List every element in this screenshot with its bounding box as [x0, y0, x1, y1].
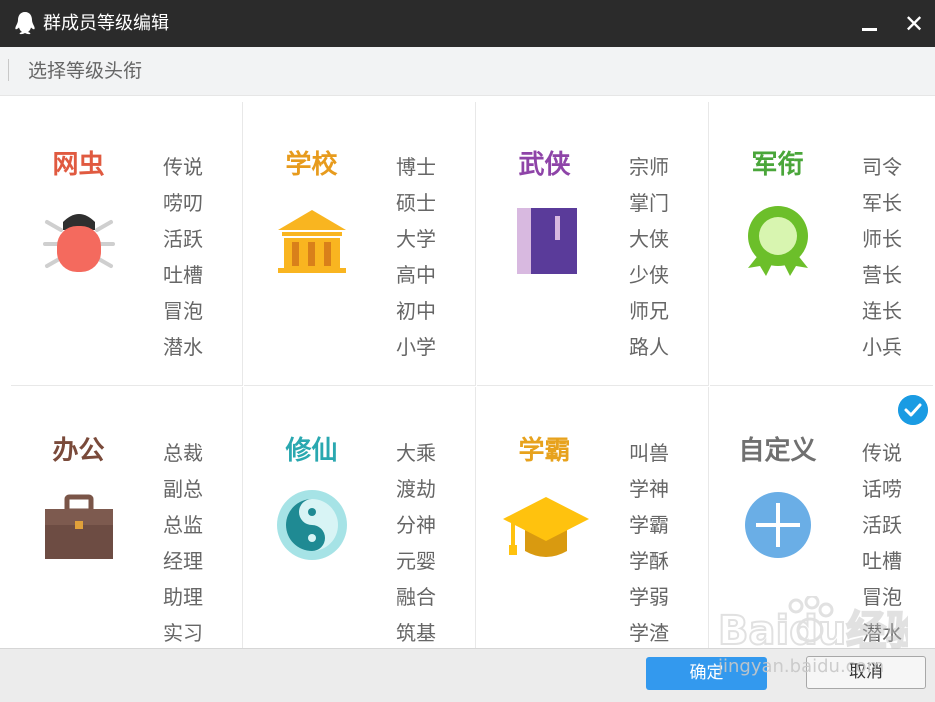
minimize-button[interactable] — [856, 10, 884, 38]
dialog-footer: 确定 取消 — [0, 648, 935, 702]
level-item: 学霸 — [629, 513, 669, 537]
level-item: 师长 — [862, 227, 902, 251]
level-list: 大乘 渡劫 分神 元婴 融合 筑基 — [396, 435, 436, 651]
level-item: 博士 — [396, 155, 436, 179]
level-item: 学渣 — [629, 621, 669, 645]
level-item: 唠叨 — [163, 191, 203, 215]
level-item: 营长 — [862, 263, 902, 287]
level-item: 学神 — [629, 477, 669, 501]
level-item: 融合 — [396, 585, 436, 609]
subheader-label: 选择等级头衔 — [28, 60, 143, 82]
level-item: 小学 — [396, 335, 436, 359]
level-item: 学弱 — [629, 585, 669, 609]
level-item: 大乘 — [396, 441, 436, 465]
school-building-icon — [278, 210, 346, 273]
category-card-netbug[interactable]: 网虫 传说 唠叨 活跃 吐槽 冒泡 潜水 — [11, 102, 243, 386]
selected-check-icon — [898, 395, 928, 425]
category-title: 军衔 — [751, 150, 804, 180]
level-item: 冒泡 — [862, 585, 902, 609]
category-card-wuxia[interactable]: 武侠 宗师 掌门 大侠 少侠 师兄 路人 — [477, 102, 709, 386]
level-item: 大侠 — [629, 227, 669, 251]
plus-circle-icon — [745, 492, 811, 558]
minimize-icon — [862, 28, 877, 31]
briefcase-icon — [45, 494, 113, 559]
confirm-button[interactable]: 确定 — [646, 657, 767, 690]
level-item: 师兄 — [629, 299, 669, 323]
graduation-cap-icon — [503, 497, 589, 557]
level-item: 硕士 — [396, 191, 436, 215]
category-title: 修仙 — [285, 436, 338, 466]
level-item: 渡劫 — [396, 477, 436, 501]
level-item: 军长 — [862, 191, 902, 215]
category-title: 学校 — [285, 150, 338, 180]
level-item: 冒泡 — [163, 299, 203, 323]
category-card-office[interactable]: 办公 总裁 副总 总监 经理 助理 实习 — [11, 387, 243, 648]
level-edit-dialog: 群成员等级编辑 ✕ 选择等级头衔 网虫 传说 唠叨 活跃 吐槽 冒泡 潜水 学校… — [0, 0, 935, 702]
level-item: 副总 — [163, 477, 203, 501]
category-card-xueba[interactable]: 学霸 叫兽 学神 学霸 学酥 学弱 学渣 — [477, 387, 709, 648]
level-item: 活跃 — [862, 513, 902, 537]
window-title: 群成员等级编辑 — [43, 13, 169, 34]
level-item: 高中 — [396, 263, 436, 287]
level-list: 叫兽 学神 学霸 学酥 学弱 学渣 — [629, 435, 669, 651]
close-icon: ✕ — [903, 10, 925, 38]
level-item: 吐槽 — [163, 263, 203, 287]
level-item: 传说 — [862, 441, 902, 465]
level-item: 元婴 — [396, 549, 436, 573]
penguin-icon — [15, 12, 35, 35]
level-item: 学酥 — [629, 549, 669, 573]
level-item: 分神 — [396, 513, 436, 537]
category-card-military[interactable]: 军衔 司令 军长 师长 营长 连长 小兵 — [710, 102, 933, 386]
level-list: 传说 唠叨 活跃 吐槽 冒泡 潜水 — [163, 149, 203, 365]
category-grid: 网虫 传说 唠叨 活跃 吐槽 冒泡 潜水 学校 博士 硕士 大学 高中 初中 小… — [11, 102, 933, 648]
level-item: 吐槽 — [862, 549, 902, 573]
level-item: 初中 — [396, 299, 436, 323]
martial-book-icon — [517, 208, 577, 274]
level-item: 话唠 — [862, 477, 902, 501]
level-item: 经理 — [163, 549, 203, 573]
level-item: 筑基 — [396, 621, 436, 645]
level-item: 总监 — [163, 513, 203, 537]
level-item: 路人 — [629, 335, 669, 359]
subheader-divider — [8, 59, 9, 81]
level-list: 宗师 掌门 大侠 少侠 师兄 路人 — [629, 149, 669, 365]
category-title: 学霸 — [518, 436, 571, 466]
level-item: 助理 — [163, 585, 203, 609]
level-item: 司令 — [862, 155, 902, 179]
close-button[interactable]: ✕ — [898, 8, 930, 40]
title-bar[interactable]: 群成员等级编辑 ✕ — [0, 0, 935, 47]
category-title: 武侠 — [518, 150, 571, 180]
level-list: 总裁 副总 总监 经理 助理 实习 — [163, 435, 203, 651]
cancel-button[interactable]: 取消 — [806, 656, 926, 689]
subheader: 选择等级头衔 — [0, 47, 935, 96]
level-item: 活跃 — [163, 227, 203, 251]
level-item: 实习 — [163, 621, 203, 645]
level-item: 潜水 — [163, 335, 203, 359]
military-medal-icon — [748, 206, 808, 276]
level-list: 博士 硕士 大学 高中 初中 小学 — [396, 149, 436, 365]
level-item: 叫兽 — [629, 441, 669, 465]
category-card-school[interactable]: 学校 博士 硕士 大学 高中 初中 小学 — [244, 102, 476, 386]
level-item: 总裁 — [163, 441, 203, 465]
level-item: 大学 — [396, 227, 436, 251]
level-item: 潜水 — [862, 621, 902, 645]
level-item: 宗师 — [629, 155, 669, 179]
level-item: 掌门 — [629, 191, 669, 215]
level-item: 小兵 — [862, 335, 902, 359]
category-card-custom[interactable]: 自定义 传说 话唠 活跃 吐槽 冒泡 潜水 — [710, 387, 933, 648]
yin-yang-icon — [277, 490, 347, 560]
level-item: 少侠 — [629, 263, 669, 287]
bug-icon — [43, 214, 115, 272]
category-title: 网虫 — [52, 150, 105, 180]
level-list: 传说 话唠 活跃 吐槽 冒泡 潜水 — [862, 435, 902, 651]
category-title: 办公 — [52, 436, 105, 466]
category-card-xiuxian[interactable]: 修仙 大乘 渡劫 分神 元婴 融合 筑基 — [244, 387, 476, 648]
level-item: 传说 — [163, 155, 203, 179]
level-item: 连长 — [862, 299, 902, 323]
level-list: 司令 军长 师长 营长 连长 小兵 — [862, 149, 902, 365]
category-title: 自定义 — [738, 436, 817, 466]
